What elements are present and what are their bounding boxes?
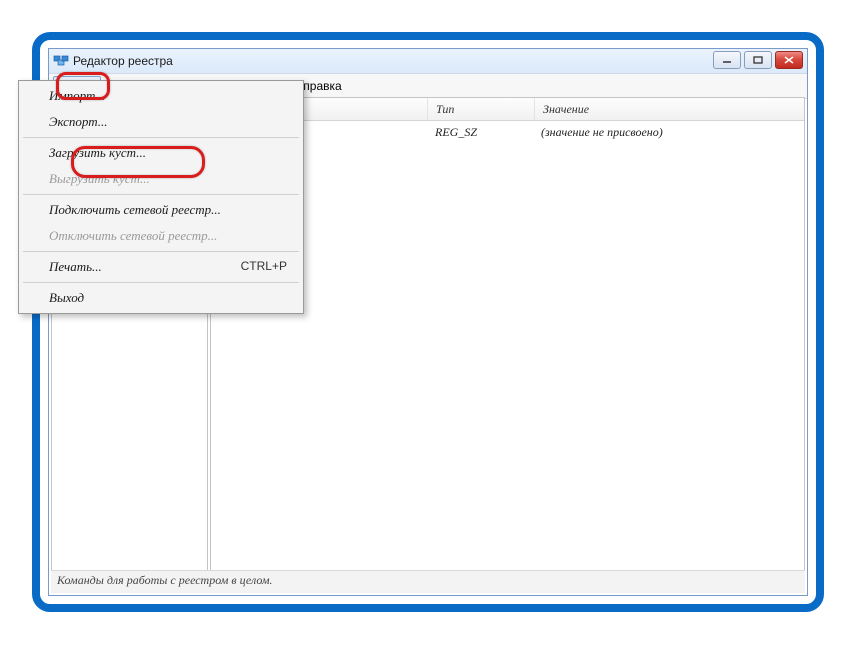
menu-print[interactable]: Печать... CTRL+P xyxy=(21,254,301,280)
menu-print-shortcut: CTRL+P xyxy=(241,259,287,273)
menu-export[interactable]: Экспорт... xyxy=(21,109,301,135)
menu-separator xyxy=(23,194,299,195)
close-button[interactable] xyxy=(775,51,803,69)
menu-load-hive[interactable]: Загрузить куст... xyxy=(21,140,301,166)
menu-print-label: Печать... xyxy=(49,259,102,274)
cell-type: REG_SZ xyxy=(427,121,533,144)
menu-exit[interactable]: Выход xyxy=(21,285,301,311)
menu-separator xyxy=(23,282,299,283)
column-type[interactable]: Тип xyxy=(428,98,535,120)
regedit-icon xyxy=(53,53,69,69)
maximize-button[interactable] xyxy=(744,51,772,69)
menu-connect-network[interactable]: Подключить сетевой реестр... xyxy=(21,197,301,223)
menu-separator xyxy=(23,251,299,252)
menu-import[interactable]: Импорт... xyxy=(21,83,301,109)
window-controls xyxy=(713,51,803,69)
menu-separator xyxy=(23,137,299,138)
column-value[interactable]: Значение xyxy=(535,98,804,120)
minimize-button[interactable] xyxy=(713,51,741,69)
file-menu-dropdown: Импорт... Экспорт... Загрузить куст... В… xyxy=(18,80,304,314)
titlebar: Редактор реестра xyxy=(49,49,807,74)
statusbar: Команды для работы с реестром в целом. xyxy=(51,570,805,593)
window-title: Редактор реестра xyxy=(73,54,173,68)
cell-value: (значение не присвоено) xyxy=(533,121,804,144)
menu-unload-hive: Выгрузить куст... xyxy=(21,166,301,192)
menu-disconnect-network: Отключить сетевой реестр... xyxy=(21,223,301,249)
